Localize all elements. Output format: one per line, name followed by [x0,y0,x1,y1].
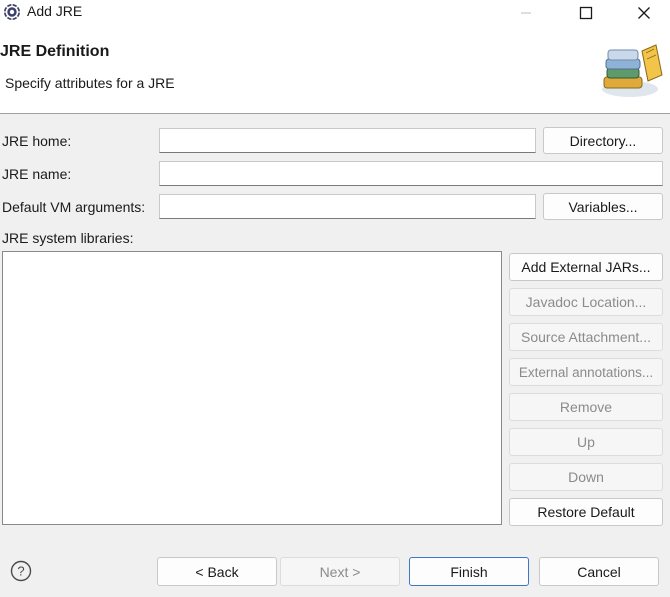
external-annotations-button[interactable]: External annotations... [509,358,663,386]
page-description: Specify attributes for a JRE [5,75,175,91]
maximize-icon [579,6,593,19]
help-icon[interactable]: ? [10,560,32,582]
vm-arguments-label: Default VM arguments: [2,199,146,215]
vm-arguments-input[interactable] [159,194,536,219]
close-button[interactable] [621,0,667,25]
maximize-button[interactable] [563,0,609,25]
cancel-button[interactable]: Cancel [539,557,659,586]
restore-default-button[interactable]: Restore Default [509,498,663,526]
system-libraries-list[interactable] [2,251,502,525]
minimize-button[interactable] [503,0,549,25]
eclipse-app-icon [3,3,21,21]
up-button[interactable]: Up [509,428,663,456]
svg-text:?: ? [17,564,24,579]
page-title: JRE Definition [0,43,110,60]
next-button[interactable]: Next > [280,557,400,586]
down-button[interactable]: Down [509,463,663,491]
jre-name-label: JRE name: [2,166,72,182]
variables-button[interactable]: Variables... [543,193,663,220]
jre-home-label: JRE home: [2,133,72,149]
back-button[interactable]: < Back [157,557,277,586]
jre-home-input[interactable] [159,128,536,153]
jre-library-books-icon [600,41,666,101]
add-external-jars-button[interactable]: Add External JARs... [509,253,663,281]
wizard-header: JRE Definition Specify attributes for a … [0,25,670,113]
window-title: Add JRE [27,3,83,19]
source-attachment-button[interactable]: Source Attachment... [509,323,663,351]
remove-button[interactable]: Remove [509,393,663,421]
jre-name-input[interactable] [159,161,663,186]
directory-button[interactable]: Directory... [543,127,663,154]
finish-button[interactable]: Finish [409,557,529,586]
javadoc-location-button[interactable]: Javadoc Location... [509,288,663,316]
minimize-icon [521,12,531,13]
header-separator [0,113,670,114]
system-libraries-label: JRE system libraries: [2,230,134,246]
close-icon [638,6,650,19]
